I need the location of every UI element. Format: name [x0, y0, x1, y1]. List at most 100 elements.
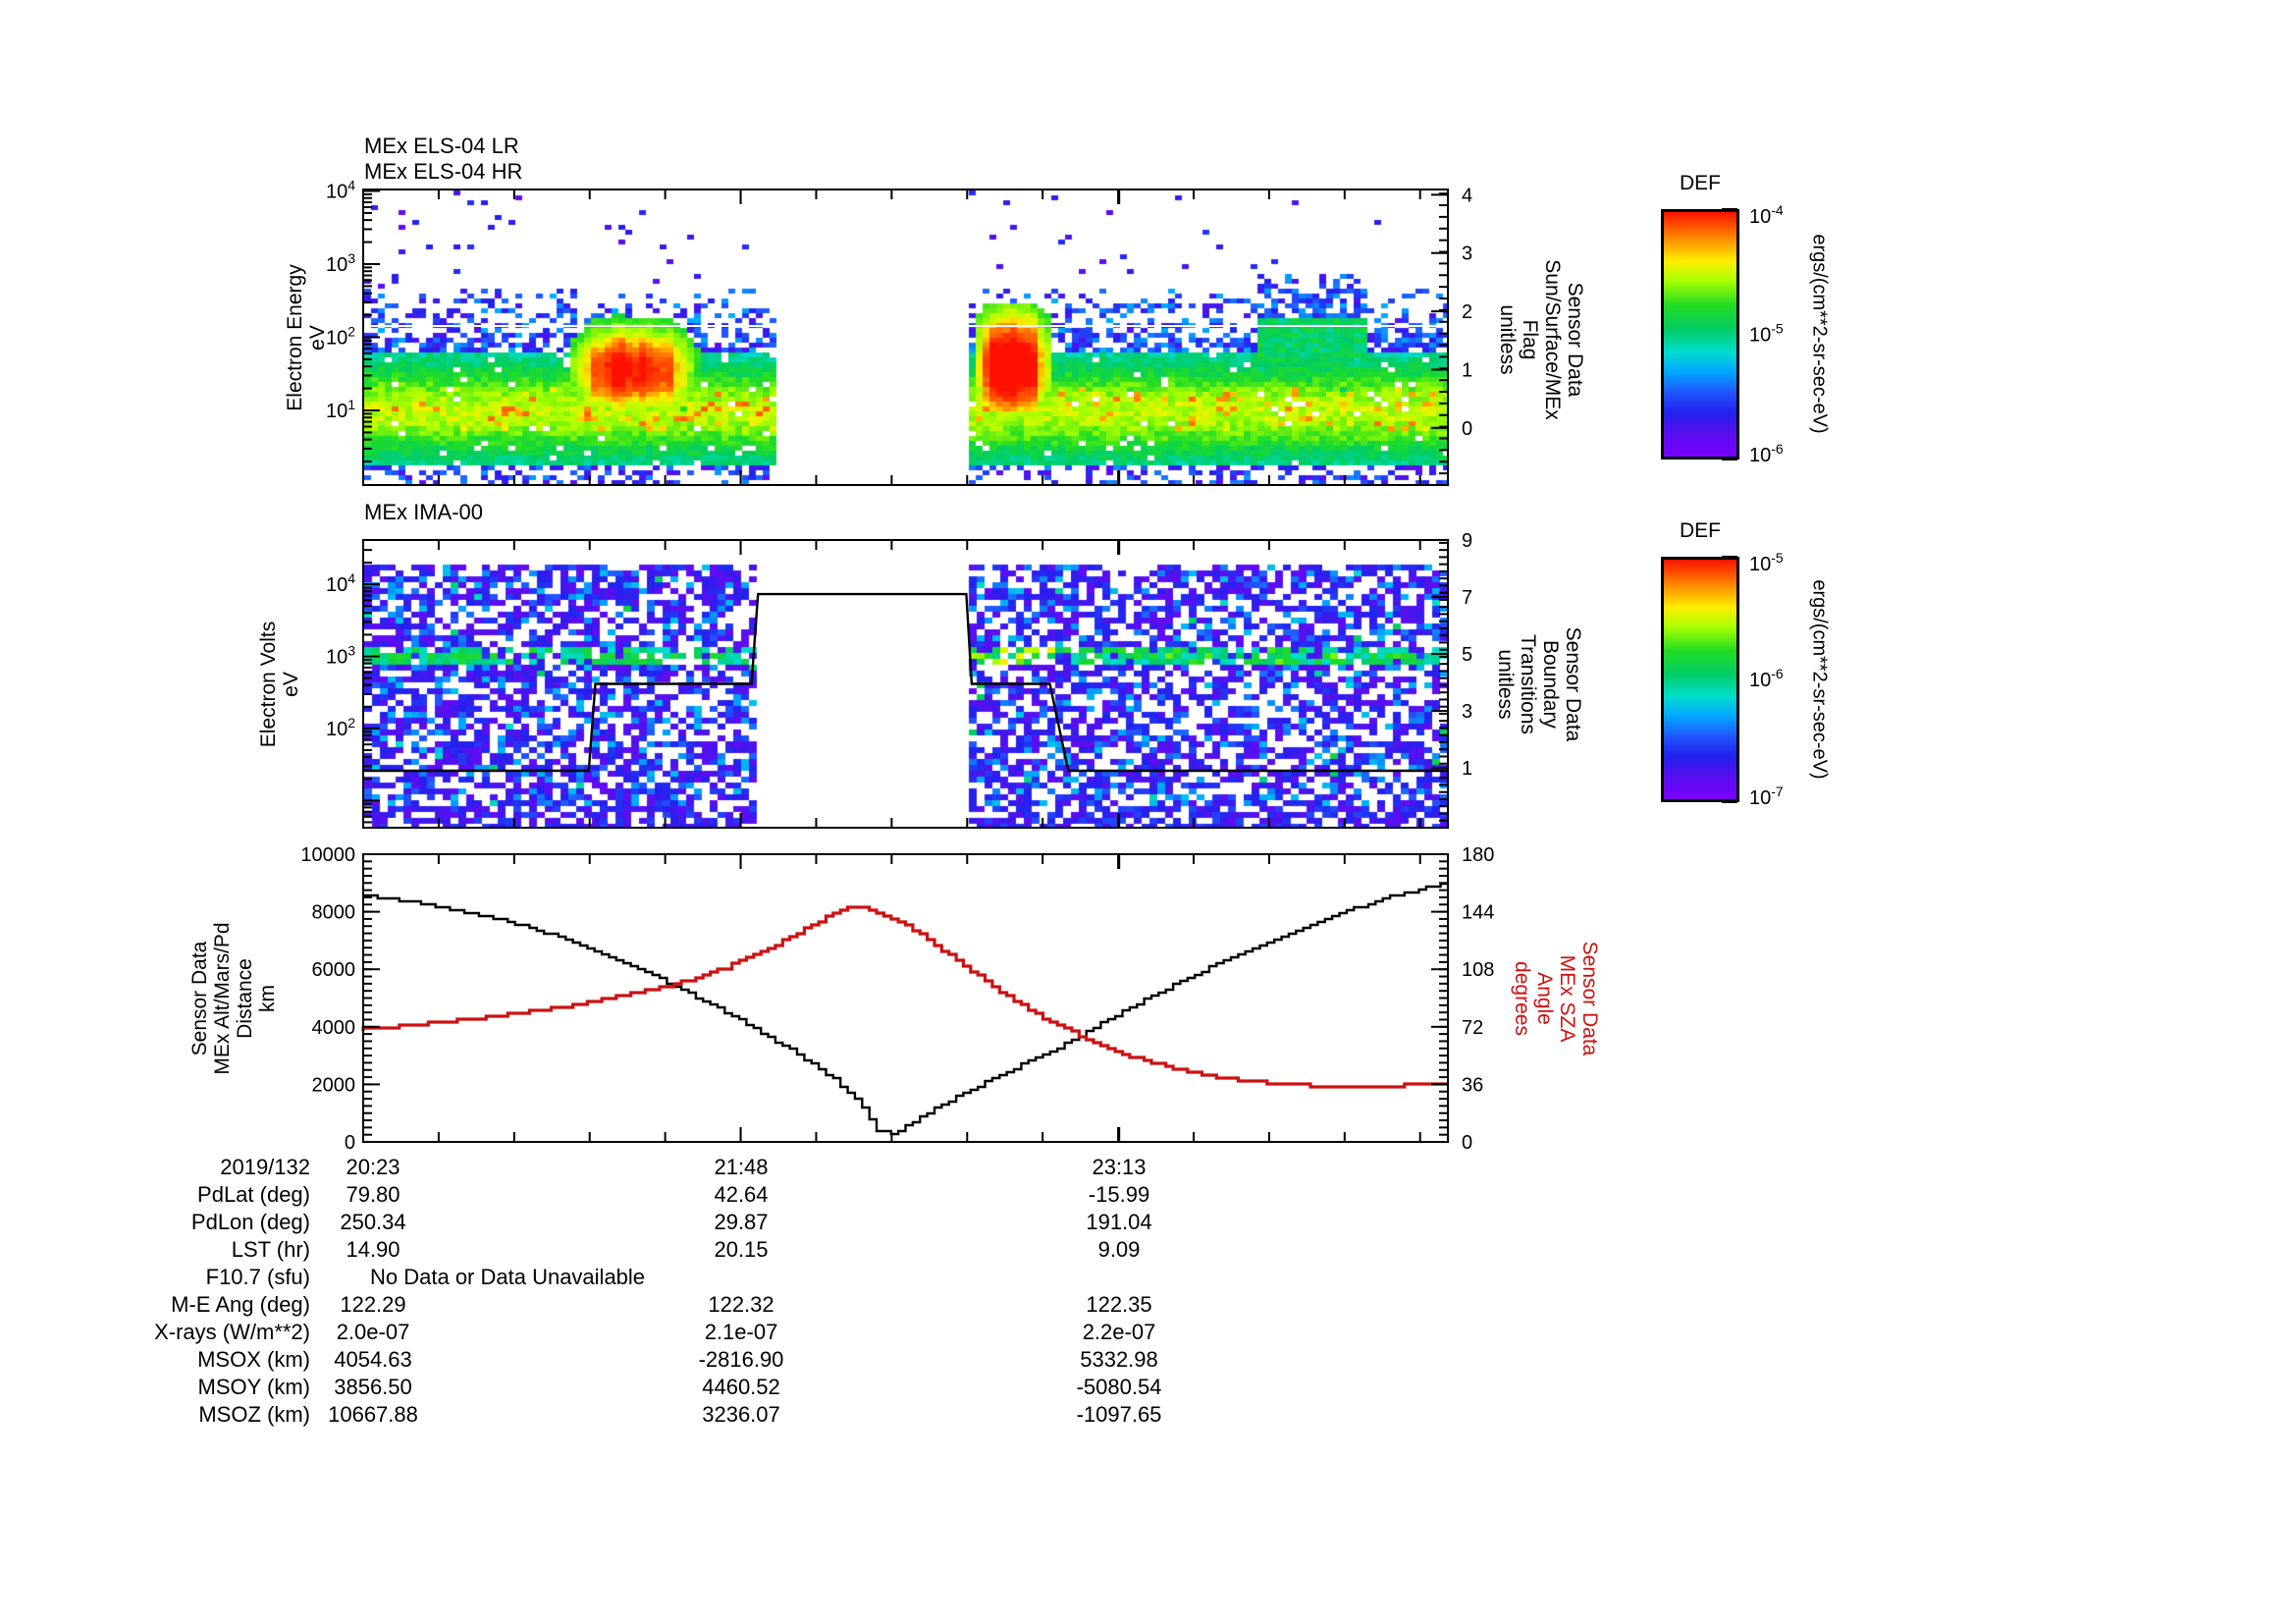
x-ticks [437, 190, 1421, 484]
table-cell-col1: 79.80 [346, 1182, 400, 1207]
tick-label: 108 [1462, 959, 1494, 981]
els-right-axis-label-line1: Sensor Data [1564, 282, 1586, 397]
tick-label: 6000 [312, 959, 356, 981]
els-colorbar-unit-label: ergs/(cm**2-sr-sec-eV) [1808, 234, 1831, 434]
els-right-axis-label-line4: unitless [1496, 303, 1519, 375]
table-cell-col3: 5332.98 [1080, 1347, 1158, 1372]
tick-label: 72 [1462, 1017, 1483, 1039]
els-y-axis-label-line1: Electron Energy [284, 263, 306, 411]
ima-boundary-line [363, 592, 1448, 773]
tick-label: 1 [1462, 359, 1472, 381]
els-title-line2: MEx ELS-04 HR [364, 159, 523, 184]
ima-colorbar [1661, 557, 1739, 802]
ima-right-axis-label-line1: Sensor Data [1562, 626, 1584, 741]
table-cell-col2: 4460.52 [702, 1375, 780, 1399]
tick-label: 1 [1462, 758, 1472, 780]
table-cell-col3: 122.35 [1086, 1292, 1152, 1317]
tick-label: 4000 [312, 1017, 356, 1039]
right-y-axis [1431, 192, 1447, 475]
sza-curve [361, 905, 1448, 1089]
table-cell-col1: 250.34 [340, 1210, 406, 1234]
ephemeris-y-axis-label-line3: Distance [234, 957, 256, 1039]
tick-label: 144 [1462, 902, 1494, 924]
tick-label: 103 [326, 643, 355, 669]
table-cell-col2: 122.32 [708, 1292, 774, 1317]
table-cell-col2: 21:48 [714, 1155, 769, 1179]
plot-page: { "chart_data": [ { "id": "els", "type":… [0, 0, 2296, 1623]
table-cell-col1: 2.0e-07 [336, 1320, 410, 1344]
table-cell-col1: 14.90 [346, 1237, 400, 1262]
table-cell-col1: 3856.50 [334, 1375, 412, 1399]
table-cell-col3: 23:13 [1092, 1155, 1147, 1179]
tick-label: 9 [1462, 530, 1472, 552]
ima-colorbar-unit-label: ergs/(cm**2-sr-sec-eV) [1808, 579, 1831, 780]
x-ticks [437, 541, 1421, 827]
els-right-axis-label-line2: Sun/Surface/MEx [1541, 258, 1564, 420]
tick-label: 10-7 [1749, 784, 1784, 809]
tick-label: 101 [326, 397, 355, 422]
ima-colorbar-title: DEF [1680, 519, 1721, 542]
els-colorbar [1661, 209, 1739, 460]
table-cell-col2: 42.64 [714, 1182, 769, 1207]
tick-label: 104 [326, 570, 355, 596]
ima-y-axis-label-line1: Electron Volts [257, 621, 280, 747]
els-colorbar-title: DEF [1680, 172, 1721, 194]
sza-axis-label-line1: Sensor Data [1578, 941, 1601, 1055]
sza-axis-label-line3: Angle [1533, 971, 1556, 1025]
els-right-axis-label-line3: Flag [1519, 319, 1541, 359]
tick-label: 0 [1462, 1132, 1472, 1154]
ephemeris-panel-border [362, 853, 1449, 1143]
tick-label: 10-5 [1749, 321, 1784, 347]
table-cell-col2: 2.1e-07 [704, 1320, 778, 1344]
tick-label: 102 [326, 715, 355, 740]
table-row-label: F10.7 (sfu) [205, 1265, 310, 1289]
tick-label: 10-5 [1749, 550, 1784, 575]
table-cell-col3: 9.09 [1097, 1237, 1141, 1262]
els-title-line1: MEx ELS-04 LR [364, 134, 519, 158]
ima-right-axis-label-line4: unitless [1494, 648, 1517, 720]
tick-label: 4 [1462, 185, 1472, 206]
tick-label: 102 [326, 324, 355, 350]
table-cell-col1: 122.29 [340, 1292, 406, 1317]
tick-label: 7 [1462, 587, 1472, 609]
ima-y-axis-label: Electron Volts eV [257, 621, 302, 746]
tick-label: 10-6 [1749, 441, 1784, 466]
sza-axis-label-line4: degrees [1511, 960, 1533, 1036]
tick-label: 2000 [312, 1074, 356, 1096]
ima-right-axis-label-line2: Boundary [1539, 639, 1562, 729]
table-cell-col2: -2816.90 [698, 1347, 784, 1372]
tick-label: 8000 [312, 902, 356, 924]
right-y-axis [1431, 539, 1447, 822]
x-ticks [437, 855, 1421, 1141]
tick-label: 0 [345, 1132, 355, 1154]
ephemeris-y-axis-label-line2: MEx Alt/Mars/Pd [211, 921, 234, 1075]
tick-label: 3 [1462, 243, 1472, 265]
table-cell-col1: 20:23 [346, 1155, 400, 1179]
right-y-axis [1431, 853, 1447, 1143]
table-cell-col3: -5080.54 [1076, 1375, 1162, 1399]
tick-label: 10-4 [1749, 202, 1784, 228]
table-cell-col2: 29.87 [714, 1210, 769, 1234]
table-cell-col1: 10667.88 [328, 1402, 418, 1427]
tick-label: 0 [1462, 418, 1472, 440]
table-cell-col2: 3236.07 [702, 1402, 780, 1427]
table-cell-col3: -15.99 [1088, 1182, 1150, 1207]
els-right-axis-label: Sensor Data Sun/Surface/MEx Flag unitless [1496, 259, 1586, 419]
log-y-axis [364, 549, 380, 824]
table-cell-col3: 2.2e-07 [1082, 1320, 1156, 1344]
sza-axis-label: Sensor Data MEx SZA Angle degrees [1511, 941, 1601, 1055]
els-title: MEx ELS-04 LR MEx ELS-04 HR [364, 134, 522, 185]
tick-label: 103 [326, 250, 355, 276]
ephemeris-y-axis-label-line4: km [256, 984, 279, 1012]
tick-label: 3 [1462, 701, 1472, 723]
tick-label: 2 [1462, 301, 1472, 323]
tick-label: 5 [1462, 644, 1472, 666]
tick-label: 10-6 [1749, 666, 1784, 691]
ima-panel-border [362, 539, 1449, 829]
els-panel-border [362, 189, 1449, 486]
ima-title: MEx IMA-00 [364, 500, 484, 524]
table-cell-col3: 191.04 [1086, 1210, 1152, 1234]
ima-right-axis-label: Sensor Data Boundary Transitions unitless [1494, 626, 1584, 741]
table-cell-col2: 20.15 [714, 1237, 769, 1262]
ima-right-axis-label-line3: Transitions [1517, 633, 1539, 734]
